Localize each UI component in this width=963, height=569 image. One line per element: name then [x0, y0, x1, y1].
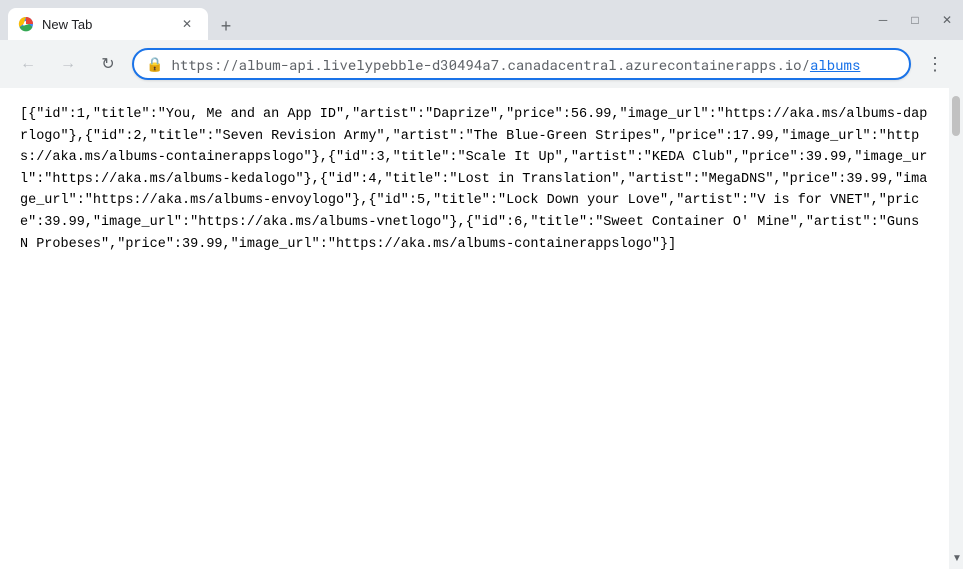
title-bar: New Tab ✕ + ─ □ ✕	[0, 0, 963, 40]
address-bar[interactable]: 🔒 https://album-api.livelypebble-d30494a…	[132, 48, 911, 80]
forward-button[interactable]: →	[52, 48, 84, 80]
scrollbar[interactable]: ▼	[949, 88, 963, 569]
json-content: [{"id":1,"title":"You, Me and an App ID"…	[0, 88, 949, 569]
maximize-button[interactable]: □	[907, 12, 923, 28]
tab-label: New Tab	[42, 17, 170, 32]
new-tab-button[interactable]: +	[212, 12, 240, 40]
toolbar: ← → ↻ 🔒 https://album-api.livelypebble-d…	[0, 40, 963, 88]
minimize-button[interactable]: ─	[875, 12, 891, 28]
window-controls: ─ □ ✕	[875, 12, 955, 28]
active-tab[interactable]: New Tab ✕	[8, 8, 208, 40]
back-button[interactable]: ←	[12, 48, 44, 80]
window-close-button[interactable]: ✕	[939, 12, 955, 28]
security-icon: 🔒	[146, 56, 163, 73]
tab-area: New Tab ✕ +	[8, 0, 863, 40]
chrome-menu-button[interactable]: ⋮	[919, 48, 951, 80]
url-path: albums	[810, 55, 860, 74]
content-area: [{"id":1,"title":"You, Me and an App ID"…	[0, 88, 963, 569]
url-base: https://album-api.livelypebble-d30494a7.…	[171, 55, 810, 74]
tab-favicon	[18, 16, 34, 32]
scrollbar-thumb[interactable]	[952, 96, 960, 136]
url-display[interactable]: https://album-api.livelypebble-d30494a7.…	[171, 55, 897, 74]
scroll-down-arrow[interactable]: ▼	[952, 553, 960, 561]
tab-close-button[interactable]: ✕	[178, 15, 196, 33]
reload-button[interactable]: ↻	[92, 48, 124, 80]
